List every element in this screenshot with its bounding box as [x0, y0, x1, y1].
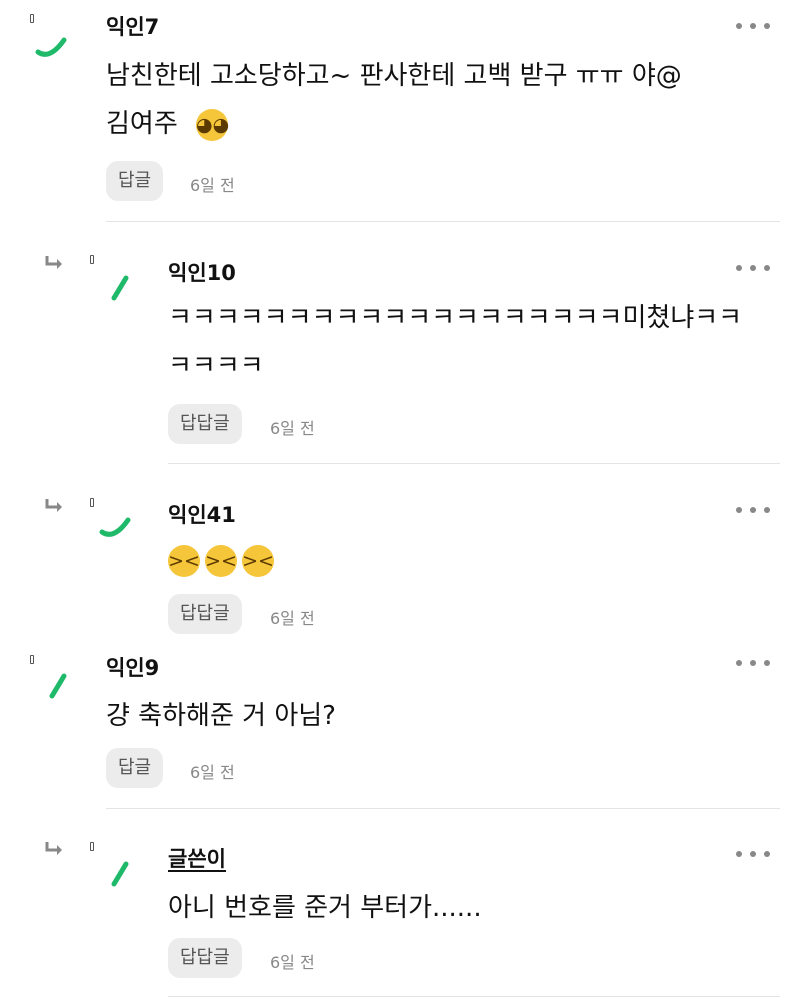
comment-text-line: 김여주 ◕◕	[106, 100, 786, 148]
comment-text: 남친한테 고소당하고~ 판사한테 고백 받구 ㅠㅠ 야@ 김여주 ◕◕	[106, 52, 786, 148]
more-options-icon[interactable]	[736, 20, 770, 32]
marker-icon	[30, 14, 34, 23]
grinning-squinting-face-icon: ><	[205, 544, 237, 577]
comment-text: ㅋㅋㅋㅋㅋㅋㅋㅋㅋㅋㅋㅋㅋㅋㅋㅋㅋㅋㅋ미쳤냐ㅋㅋ ㅋㅋㅋㅋ	[168, 294, 788, 390]
comment-text-line: 걍 축하해준 거 아님?	[106, 701, 336, 731]
pleading-face-icon: ◕◕	[196, 108, 229, 141]
divider	[106, 808, 780, 809]
avatar-icon	[99, 517, 131, 537]
author-name[interactable]: 익인9	[106, 652, 159, 682]
marker-icon	[30, 655, 34, 664]
more-options-icon[interactable]	[736, 848, 770, 860]
marker-icon	[90, 498, 94, 507]
reply-button[interactable]: 답답글	[168, 594, 242, 634]
comment-emojis: >< >< ><	[168, 536, 468, 584]
reply-button[interactable]: 답답글	[168, 404, 242, 444]
reply-button[interactable]: 답글	[106, 748, 164, 788]
avatar-icon	[111, 275, 129, 301]
reply-button[interactable]: 답글	[106, 161, 164, 201]
author-name[interactable]: 익인10	[168, 257, 236, 287]
author-name[interactable]: 익인41	[168, 499, 236, 529]
more-options-icon[interactable]	[736, 262, 770, 274]
reply-arrow-icon	[45, 842, 62, 855]
reply-button[interactable]: 답답글	[168, 938, 242, 978]
divider	[168, 463, 780, 464]
author-name[interactable]: 익인7	[106, 11, 159, 41]
reply-arrow-icon	[45, 499, 62, 512]
avatar-icon	[35, 37, 67, 57]
timestamp: 6일 전	[270, 609, 315, 628]
reply-arrow-icon	[45, 256, 62, 269]
divider	[168, 996, 780, 997]
timestamp: 6일 전	[190, 763, 235, 782]
mention-text[interactable]: 김여주	[106, 109, 178, 139]
timestamp: 6일 전	[270, 953, 315, 972]
avatar-icon	[111, 861, 129, 887]
author-name[interactable]: 글쓴이	[168, 843, 226, 873]
comment-text: 걍 축하해준 거 아님?	[106, 692, 786, 740]
grinning-squinting-face-icon: ><	[242, 544, 274, 577]
divider	[106, 221, 780, 222]
avatar-icon	[49, 673, 67, 699]
comment-text: 아니 번호를 준거 부터가......	[168, 884, 788, 932]
more-options-icon[interactable]	[736, 657, 770, 669]
comment-text-line: 남친한테 고소당하고~ 판사한테 고백 받구 ㅠㅠ 야@	[106, 61, 682, 91]
marker-icon	[90, 255, 94, 264]
comment-text-line: ㅋㅋㅋㅋ	[168, 351, 264, 381]
timestamp: 6일 전	[190, 176, 235, 195]
marker-icon	[90, 842, 94, 851]
more-options-icon[interactable]	[736, 504, 770, 516]
timestamp: 6일 전	[270, 419, 315, 438]
comment-text-line: ㅋㅋㅋㅋㅋㅋㅋㅋㅋㅋㅋㅋㅋㅋㅋㅋㅋㅋㅋ미쳤냐ㅋㅋ	[168, 303, 743, 333]
comment-text-line: 아니 번호를 준거 부터가......	[168, 893, 482, 923]
grinning-squinting-face-icon: ><	[168, 544, 200, 577]
